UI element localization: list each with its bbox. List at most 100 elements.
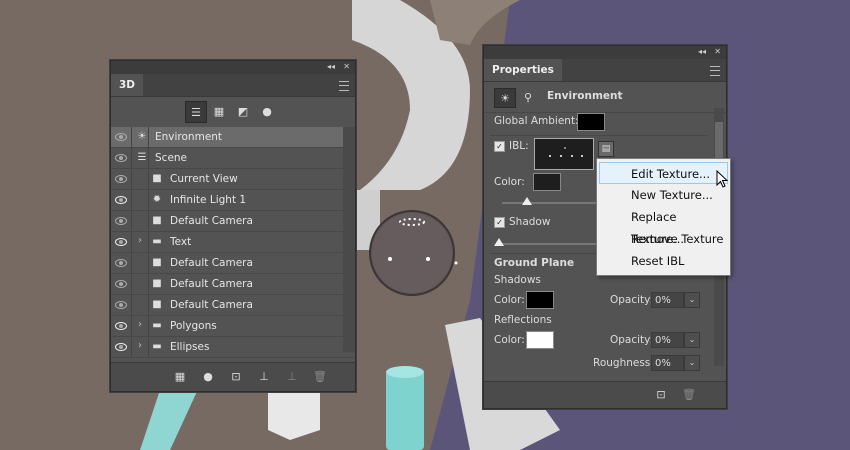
list-item-label: Scene (155, 152, 188, 164)
visibility-toggle[interactable] (111, 253, 132, 273)
chevron-down-icon[interactable]: ⌄ (684, 292, 700, 308)
list-item[interactable]: ☰ Scene (111, 148, 354, 169)
expand-arrow-icon[interactable]: › (138, 319, 142, 330)
visibility-toggle[interactable] (111, 337, 132, 357)
menu-item-remove-texture[interactable]: Remove Texture (597, 228, 728, 250)
mouse-cursor-icon (716, 170, 729, 188)
panel-menu-icon[interactable] (710, 66, 720, 76)
environment-icon[interactable]: ☀ (494, 88, 516, 108)
list-item[interactable]: ■ Default Camera (111, 274, 354, 295)
drop-to-plane-icon[interactable]: ⊥ (257, 371, 271, 383)
scene-list-scrollbar[interactable] (343, 127, 355, 352)
reflections-opacity-input[interactable]: 0% (651, 332, 684, 348)
visibility-toggle[interactable] (111, 274, 132, 294)
ibl-intensity-thumb[interactable] (522, 197, 532, 205)
collapse-icon[interactable]: ◂◂ (327, 62, 335, 71)
chevron-down-icon[interactable]: ⌄ (684, 332, 700, 348)
list-item[interactable]: ■ Current View (111, 169, 354, 190)
list-item-label: Default Camera (170, 215, 253, 227)
list-item-label: Polygons (170, 320, 217, 332)
eye-icon (115, 217, 127, 225)
row-spacer (132, 274, 149, 294)
shadow-softness-thumb[interactable] (494, 238, 504, 246)
global-ambient-swatch[interactable] (577, 113, 605, 131)
panel-menu-icon[interactable] (339, 81, 349, 91)
list-item[interactable]: › ▬ Ellipses (111, 337, 354, 358)
panel-3d-bottom-toolbar: ▦ ● ⊡ ⊥ ⊥ 🗑 (111, 362, 355, 391)
expand-arrow-icon[interactable]: › (138, 235, 142, 246)
panel-3d-titlebar[interactable]: ◂◂ ✕ (111, 61, 355, 74)
tab-properties[interactable]: Properties (484, 59, 562, 81)
scene-layer-list: ☀ Environment ☰ Scene ■ Current View ✹ Infinite… (111, 127, 354, 358)
expand-arrow-icon[interactable]: › (138, 340, 142, 351)
infinite-light-icon: ✹ (152, 194, 162, 205)
row-spacer (132, 190, 149, 210)
camera-icon: ■ (152, 215, 162, 226)
close-icon[interactable]: ✕ (714, 47, 721, 56)
menu-item-replace-texture[interactable]: Replace Texture... (597, 206, 728, 246)
list-item[interactable]: ■ Default Camera (111, 295, 354, 316)
list-item-label: Ellipses (170, 341, 210, 353)
shadows-opacity-label: Opacity: (610, 294, 654, 306)
list-item[interactable]: ■ Default Camera (111, 253, 354, 274)
panel-properties-titlebar[interactable]: ◂◂ ✕ (484, 46, 726, 59)
constraint-icon[interactable]: ⊥ (285, 371, 299, 383)
ibl-texture-menu-icon[interactable]: ▤ (598, 141, 614, 157)
new-light-icon[interactable]: ● (201, 371, 215, 383)
list-item-label: Environment (155, 131, 223, 143)
eye-icon (115, 196, 127, 204)
list-item[interactable]: › ▬ Text (111, 232, 354, 253)
menu-item-reset-ibl[interactable]: Reset IBL (597, 250, 728, 272)
visibility-toggle[interactable] (111, 148, 132, 168)
shadow-checkbox[interactable]: ✓ (494, 217, 505, 228)
environment-icon: ☀ (137, 131, 147, 142)
menu-item-new-texture[interactable]: New Texture... (597, 184, 728, 206)
shadows-color-swatch[interactable] (526, 291, 554, 309)
eye-icon (115, 343, 127, 351)
trash-icon[interactable]: 🗑 (682, 389, 696, 401)
ibl-checkbox[interactable]: ✓ (494, 141, 505, 152)
light-icon[interactable]: ● (257, 101, 277, 121)
eye-icon (115, 301, 127, 309)
list-item[interactable]: › ▬ Polygons (111, 316, 354, 337)
shadows-opacity-input[interactable]: 0% (651, 292, 684, 308)
panel-properties-tabrow: Properties (484, 59, 726, 82)
collapse-icon[interactable]: ◂◂ (698, 47, 706, 56)
list-item[interactable]: ☀ Environment (111, 127, 354, 148)
list-item[interactable]: ✹ Infinite Light 1 (111, 190, 354, 211)
global-ambient-label: Global Ambient: (494, 115, 579, 127)
panel-3d: ◂◂ ✕ 3D ☰ ▦ ◩ ● ☀ Environment ☰ Scene ■ Curre… (110, 60, 356, 392)
eye-icon (115, 280, 127, 288)
material-icon[interactable]: ◩ (233, 101, 253, 121)
visibility-toggle[interactable] (111, 211, 132, 231)
ibl-color-swatch[interactable] (533, 173, 561, 191)
roughness-label: Roughness: (593, 357, 654, 369)
visibility-toggle[interactable] (111, 295, 132, 315)
visibility-toggle[interactable] (111, 169, 132, 189)
ibl-texture-preview[interactable] (534, 138, 594, 170)
list-item[interactable]: ■ Default Camera (111, 211, 354, 232)
visibility-toggle[interactable] (111, 316, 132, 336)
trash-icon[interactable]: 🗑 (313, 371, 327, 383)
divider (490, 135, 708, 136)
chevron-down-icon[interactable]: ⌄ (684, 355, 700, 371)
mesh-icon[interactable]: ▦ (209, 101, 229, 121)
scene-list-icon[interactable]: ☰ (185, 101, 207, 123)
section-title: Environment (547, 90, 623, 102)
coordinates-icon[interactable]: ⚲ (518, 88, 538, 106)
shadow-softness-slider[interactable] (496, 243, 596, 245)
render-icon[interactable]: ⊡ (229, 371, 243, 383)
close-icon[interactable]: ✕ (343, 62, 350, 71)
visibility-toggle[interactable] (111, 127, 132, 147)
ibl-intensity-slider[interactable] (502, 202, 602, 204)
tab-3d[interactable]: 3D (111, 74, 144, 96)
menu-item-edit-texture[interactable]: Edit Texture... (599, 162, 728, 184)
reflections-color-swatch[interactable] (526, 331, 554, 349)
render-icon[interactable]: ⊡ (654, 389, 668, 401)
shadows-label: Shadows (494, 274, 541, 286)
new-mesh-icon[interactable]: ▦ (173, 371, 187, 383)
visibility-toggle[interactable] (111, 190, 132, 210)
visibility-toggle[interactable] (111, 232, 132, 252)
roughness-input[interactable]: 0% (651, 355, 684, 371)
eye-icon (115, 133, 127, 141)
